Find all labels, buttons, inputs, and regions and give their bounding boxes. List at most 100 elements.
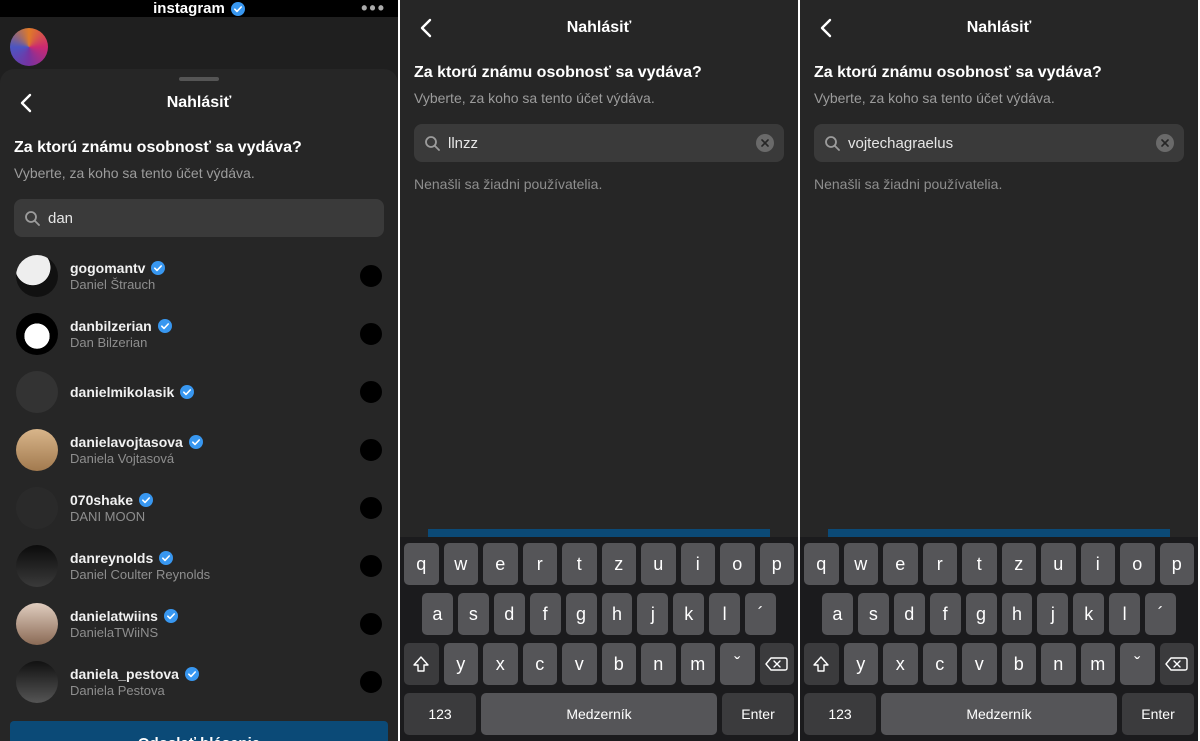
key-m[interactable]: m <box>1081 643 1116 685</box>
key-m[interactable]: m <box>681 643 716 685</box>
key-g[interactable]: g <box>966 593 997 635</box>
result-row[interactable]: gogomantvDaniel Štrauch <box>14 247 384 305</box>
key-u[interactable]: u <box>641 543 676 585</box>
key-enter[interactable]: Enter <box>722 693 794 735</box>
key-f[interactable]: f <box>530 593 561 635</box>
key-r[interactable]: r <box>523 543 558 585</box>
key-w[interactable]: w <box>844 543 879 585</box>
submit-button-peek[interactable] <box>428 529 770 537</box>
submit-button-peek[interactable] <box>828 529 1170 537</box>
key-j[interactable]: j <box>1037 593 1068 635</box>
key-q[interactable]: q <box>404 543 439 585</box>
key-r[interactable]: r <box>923 543 958 585</box>
search-field[interactable] <box>14 199 384 237</box>
key-p[interactable]: p <box>1160 543 1195 585</box>
key-k[interactable]: k <box>1073 593 1104 635</box>
key-backspace[interactable] <box>1160 643 1195 685</box>
key-numeric[interactable]: 123 <box>404 693 476 735</box>
key-s[interactable]: s <box>858 593 889 635</box>
key-y[interactable]: y <box>444 643 479 685</box>
key-z[interactable]: z <box>602 543 637 585</box>
key-enter[interactable]: Enter <box>1122 693 1194 735</box>
key-e[interactable]: e <box>883 543 918 585</box>
key-ˇ[interactable]: ˇ <box>1120 643 1155 685</box>
submit-report-button[interactable]: Odoslať hlásenie <box>10 721 388 741</box>
verified-icon <box>185 667 199 681</box>
result-row[interactable]: danielavojtasovaDaniela Vojtasová <box>14 421 384 479</box>
key-y[interactable]: y <box>844 643 879 685</box>
key-numeric[interactable]: 123 <box>804 693 876 735</box>
key-d[interactable]: d <box>894 593 925 635</box>
result-fullname: Daniel Coulter Reynolds <box>70 567 348 582</box>
select-radio[interactable] <box>360 497 382 519</box>
clear-search-button[interactable] <box>1156 134 1174 152</box>
key-b[interactable]: b <box>602 643 637 685</box>
key-o[interactable]: o <box>720 543 755 585</box>
search-input[interactable] <box>48 210 374 227</box>
key-d[interactable]: d <box>494 593 525 635</box>
select-radio[interactable] <box>360 381 382 403</box>
key-x[interactable]: x <box>883 643 918 685</box>
result-row[interactable]: danreynoldsDaniel Coulter Reynolds <box>14 537 384 595</box>
key-c[interactable]: c <box>923 643 958 685</box>
key-k[interactable]: k <box>673 593 704 635</box>
key-space[interactable]: Medzerník <box>881 693 1117 735</box>
key-backspace[interactable] <box>760 643 795 685</box>
back-button[interactable] <box>808 10 844 46</box>
key-v[interactable]: v <box>962 643 997 685</box>
select-radio[interactable] <box>360 671 382 693</box>
result-row[interactable]: danielmikolasik <box>14 363 384 421</box>
key-q[interactable]: q <box>804 543 839 585</box>
key-c[interactable]: c <box>523 643 558 685</box>
key-i[interactable]: i <box>681 543 716 585</box>
key-g[interactable]: g <box>566 593 597 635</box>
key-a[interactable]: a <box>822 593 853 635</box>
key-p[interactable]: p <box>760 543 795 585</box>
key-o[interactable]: o <box>1120 543 1155 585</box>
key-s[interactable]: s <box>458 593 489 635</box>
key-n[interactable]: n <box>1041 643 1076 685</box>
select-radio[interactable] <box>360 265 382 287</box>
key-v[interactable]: v <box>562 643 597 685</box>
select-radio[interactable] <box>360 555 382 577</box>
key-w[interactable]: w <box>444 543 479 585</box>
key-j[interactable]: j <box>637 593 668 635</box>
key-h[interactable]: h <box>1002 593 1033 635</box>
select-radio[interactable] <box>360 323 382 345</box>
search-field[interactable] <box>414 124 784 162</box>
key-e[interactable]: e <box>483 543 518 585</box>
key-shift[interactable] <box>804 643 839 685</box>
result-row[interactable]: danbilzerianDan Bilzerian <box>14 305 384 363</box>
story-ring[interactable] <box>10 28 48 66</box>
back-button[interactable] <box>408 10 444 46</box>
search-field[interactable] <box>814 124 1184 162</box>
result-row[interactable]: 070shakeDANI MOON <box>14 479 384 537</box>
key-l[interactable]: l <box>709 593 740 635</box>
key-z[interactable]: z <box>1002 543 1037 585</box>
key-b[interactable]: b <box>1002 643 1037 685</box>
search-input[interactable] <box>448 135 748 152</box>
key-´[interactable]: ´ <box>1145 593 1176 635</box>
clear-search-button[interactable] <box>756 134 774 152</box>
back-button[interactable] <box>8 85 44 121</box>
search-input[interactable] <box>848 135 1148 152</box>
more-icon[interactable]: ••• <box>361 0 386 19</box>
select-radio[interactable] <box>360 613 382 635</box>
key-x[interactable]: x <box>483 643 518 685</box>
key-t[interactable]: t <box>562 543 597 585</box>
select-radio[interactable] <box>360 439 382 461</box>
key-ˇ[interactable]: ˇ <box>720 643 755 685</box>
key-space[interactable]: Medzerník <box>481 693 717 735</box>
key-l[interactable]: l <box>1109 593 1140 635</box>
key-n[interactable]: n <box>641 643 676 685</box>
result-row[interactable]: daniela_pestovaDaniela Pestova <box>14 653 384 711</box>
result-row[interactable]: danielatwiinsDanielaTWiiNS <box>14 595 384 653</box>
key-i[interactable]: i <box>1081 543 1116 585</box>
key-´[interactable]: ´ <box>745 593 776 635</box>
key-u[interactable]: u <box>1041 543 1076 585</box>
key-f[interactable]: f <box>930 593 961 635</box>
key-a[interactable]: a <box>422 593 453 635</box>
key-shift[interactable] <box>404 643 439 685</box>
key-h[interactable]: h <box>602 593 633 635</box>
key-t[interactable]: t <box>962 543 997 585</box>
